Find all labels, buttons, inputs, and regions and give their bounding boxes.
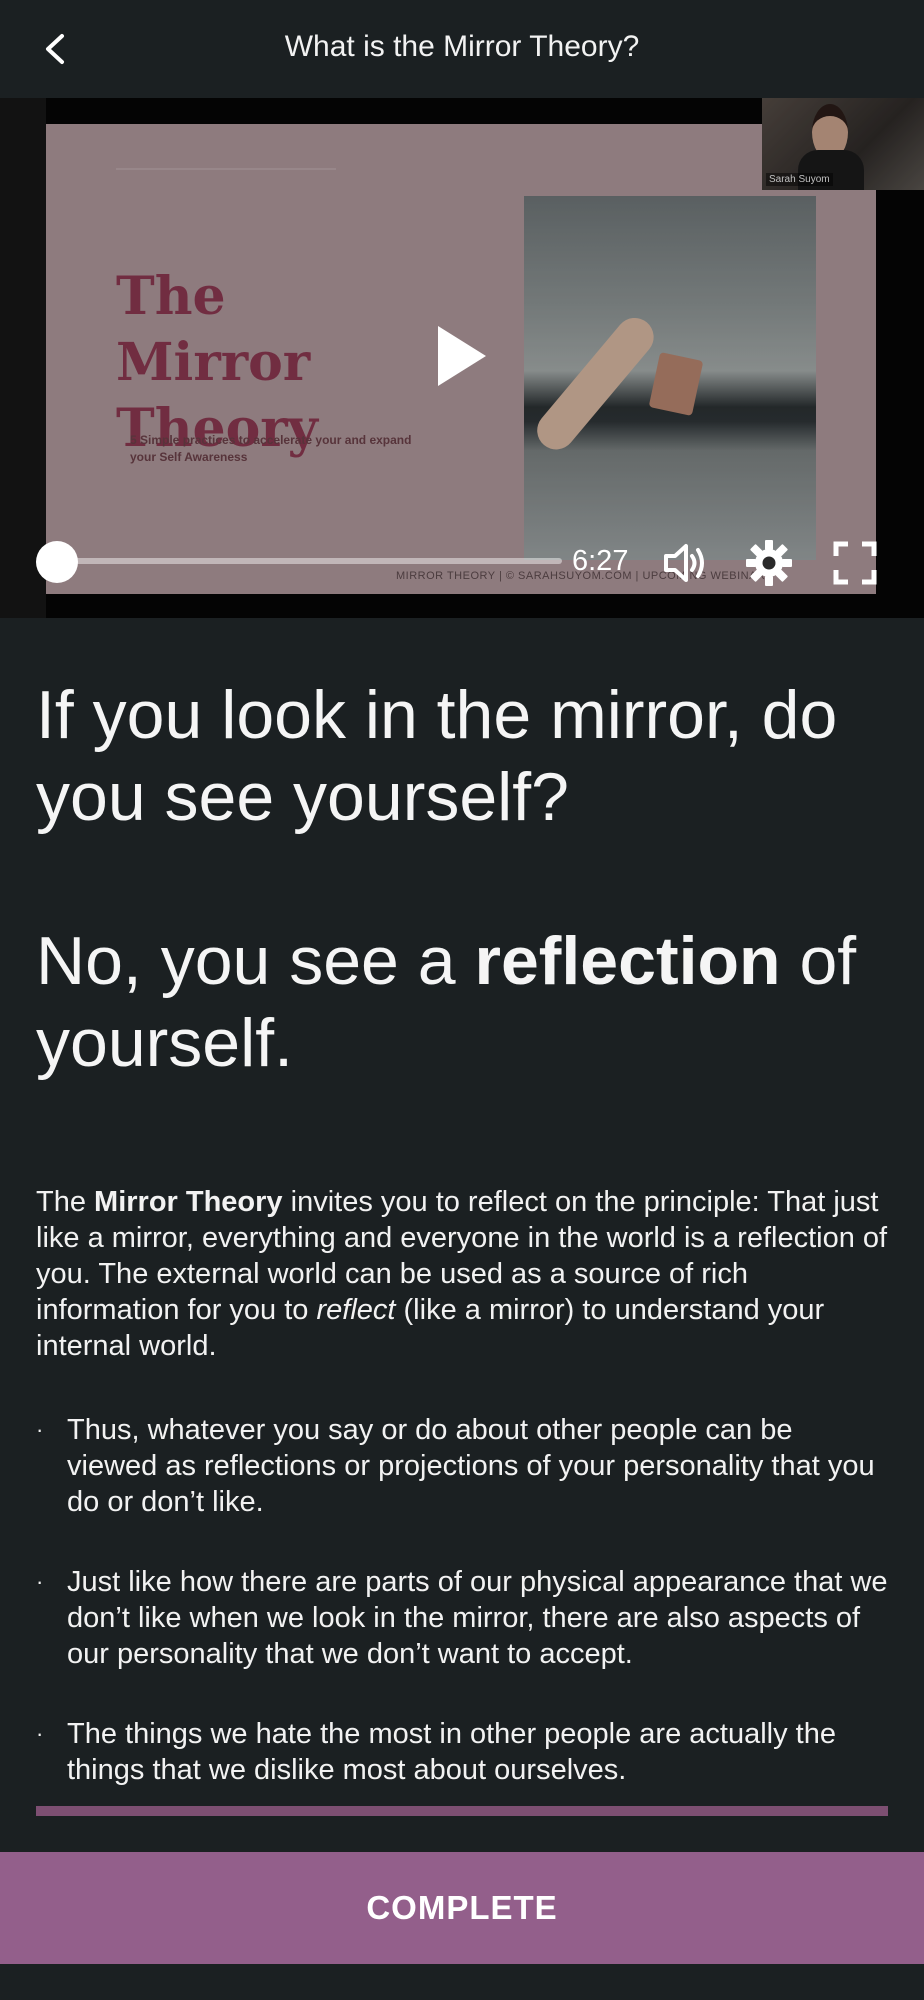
time-display: 6:27 <box>572 545 629 577</box>
video-player[interactable]: The Mirror Theory 5 Simple practices to … <box>0 98 924 618</box>
bullet-dot: · <box>36 1721 44 1746</box>
list-item: · The things we hate the most in other pe… <box>36 1716 888 1788</box>
headline-answer-prefix: No, you see a <box>36 923 475 999</box>
bullet-dot: · <box>36 1417 44 1442</box>
page-title: What is the Mirror Theory? <box>284 30 640 63</box>
volume-icon <box>660 538 710 588</box>
list-item-text: Just like how there are parts of our phy… <box>67 1566 888 1670</box>
headline-question: If you look in the mirror, do you see yo… <box>36 677 838 835</box>
bullet-dot: · <box>36 1569 44 1594</box>
top-bar: What is the Mirror Theory? <box>0 0 924 98</box>
progress-thumb[interactable] <box>36 541 78 583</box>
list-item-text: The things we hate the most in other peo… <box>67 1718 836 1786</box>
bullet-list: · Thus, whatever you say or do about othe… <box>36 1412 888 1832</box>
content-divider <box>36 1806 888 1816</box>
list-item-text: Thus, whatever you say or do about other… <box>67 1414 875 1518</box>
intro-paragraph: The Mirror Theory invites you to reflect… <box>36 1184 888 1364</box>
bottom-safe-area <box>0 1964 924 2000</box>
headline-answer: No, you see a reflection of yourself. <box>36 920 888 1084</box>
play-icon <box>434 322 490 390</box>
fullscreen-icon <box>830 538 880 588</box>
complete-button[interactable]: COMPLETE <box>0 1852 924 1964</box>
fullscreen-button[interactable] <box>830 538 880 588</box>
volume-button[interactable] <box>660 538 710 588</box>
para-prefix: The <box>36 1186 95 1218</box>
headline-answer-bold: reflection <box>474 923 781 999</box>
play-button[interactable] <box>434 322 490 390</box>
para-bold: Mirror Theory <box>94 1186 283 1218</box>
list-item: · Thus, whatever you say or do about othe… <box>36 1412 888 1520</box>
video-controls: 6:27 <box>0 516 924 608</box>
list-item: · Just like how there are parts of our ph… <box>36 1564 888 1672</box>
para-italic: reflect <box>316 1294 396 1326</box>
settings-button[interactable] <box>744 538 794 588</box>
progress-bar[interactable] <box>56 558 562 564</box>
gear-icon <box>744 538 794 588</box>
